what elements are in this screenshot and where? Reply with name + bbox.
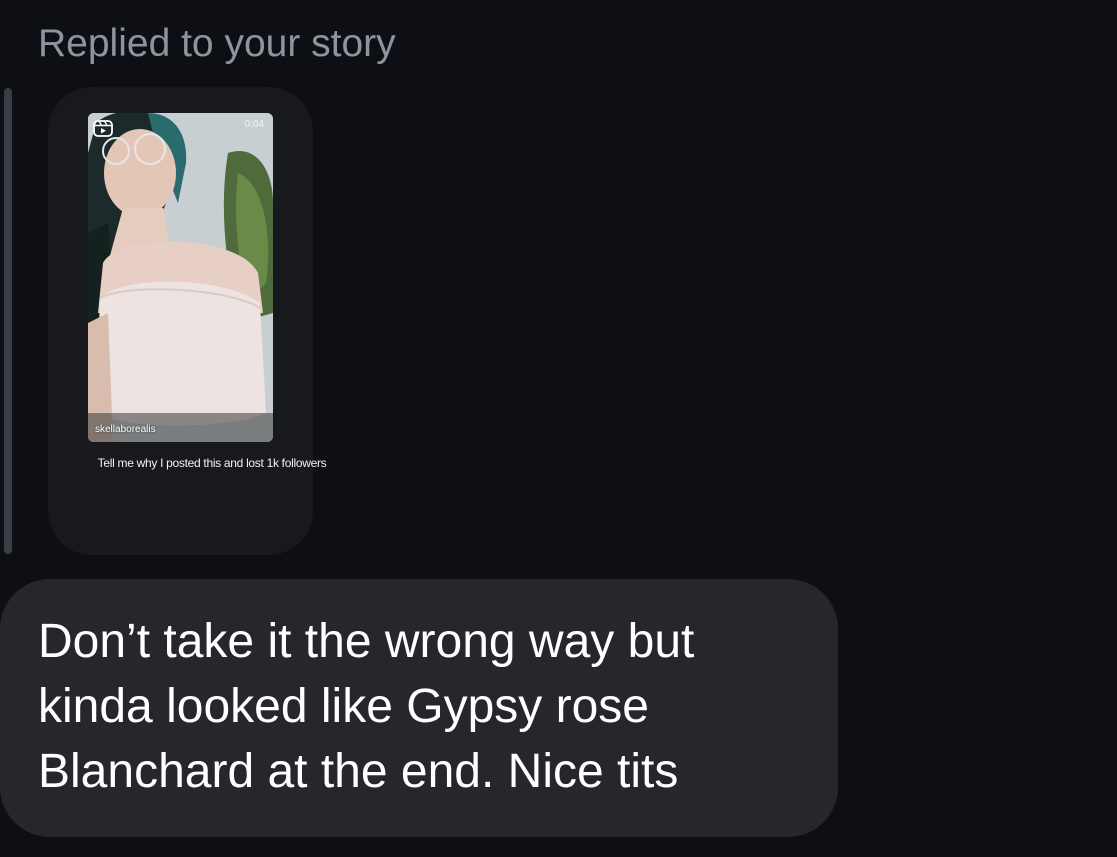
message-text: Don’t take it the wrong way but kinda lo… — [38, 615, 695, 798]
story-username: skellaborealis — [95, 424, 156, 435]
story-image — [88, 113, 273, 442]
reels-icon — [93, 120, 113, 137]
reply-header: Replied to your story — [38, 22, 396, 65]
story-caption: Tell me why I posted this and lost 1k fo… — [97, 456, 327, 470]
reply-quote-bar — [4, 88, 12, 554]
story-reply-card[interactable]: 0:04 skellaborealis Tell me why I posted… — [48, 87, 327, 555]
story-duration: 0:04 — [244, 119, 264, 130]
dm-thread: Replied to your story 0:04 skellaboreali… — [0, 0, 1117, 857]
message-bubble[interactable]: Don’t take it the wrong way but kinda lo… — [0, 579, 838, 837]
story-thumbnail[interactable]: 0:04 skellaborealis — [88, 113, 273, 442]
